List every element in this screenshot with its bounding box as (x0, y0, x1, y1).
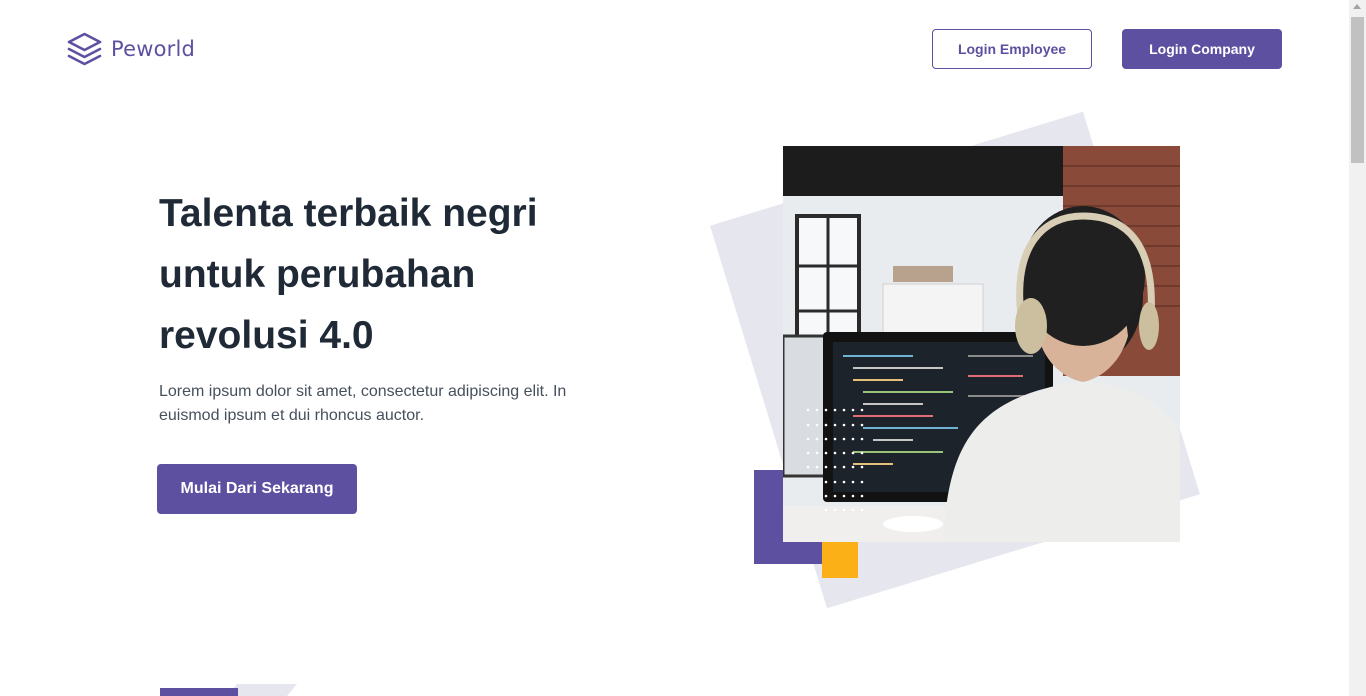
scrollbar-thumb[interactable] (1351, 17, 1364, 163)
login-company-button[interactable]: Login Company (1122, 29, 1282, 69)
start-now-button[interactable]: Mulai Dari Sekarang (157, 464, 357, 514)
hero-title-line-2: untuk perubahan (159, 253, 476, 296)
hero-title-line-1: Talenta terbaik negri (159, 192, 538, 235)
dot-pattern (806, 408, 864, 512)
hero-title: Talenta terbaik negri untuk perubahan re… (159, 183, 599, 366)
next-section-purple-shape (160, 688, 238, 696)
login-employee-button[interactable]: Login Employee (932, 29, 1092, 69)
hero-description: Lorem ipsum dolor sit amet, consectetur … (159, 383, 567, 424)
scroll-up-arrow-icon[interactable] (1353, 4, 1361, 9)
brand-name: Peworld (111, 37, 196, 61)
hero-title-line-3: revolusi 4.0 (159, 314, 374, 357)
navbar: Peworld Login Employee Login Company (0, 0, 1349, 100)
hero-illustration (710, 100, 1240, 609)
layers-icon (67, 32, 102, 66)
brand-logo[interactable]: Peworld (66, 32, 195, 66)
page-scrollbar[interactable] (1349, 0, 1366, 696)
orange-accent-square (822, 542, 858, 578)
